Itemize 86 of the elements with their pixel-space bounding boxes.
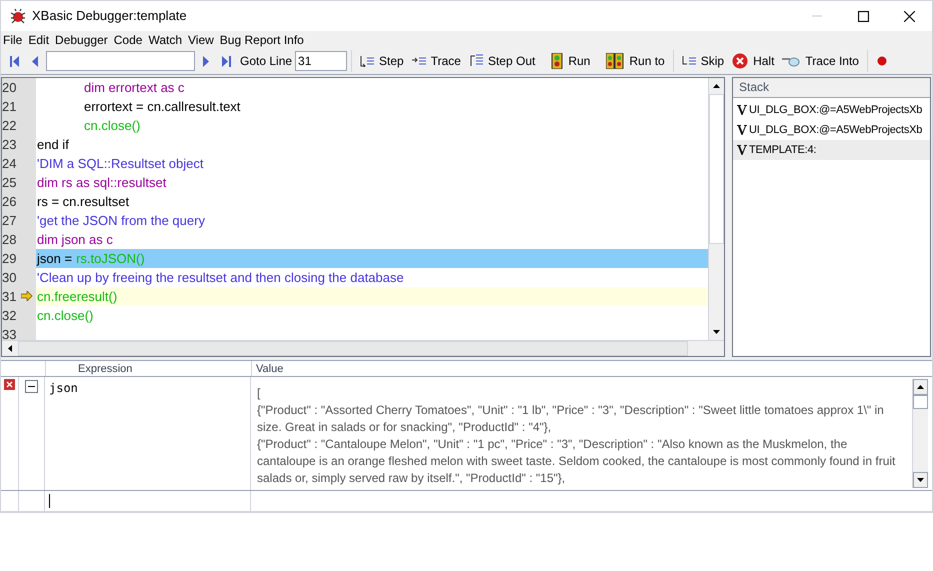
toolbar-button[interactable]: Trace Into [778, 49, 863, 74]
line-number: 26 [2, 192, 18, 211]
line-number: 23 [2, 136, 18, 154]
menu-item[interactable]: Edit [28, 31, 50, 49]
panel-header: Stack [733, 78, 930, 98]
line-number: 22 [2, 116, 18, 135]
column-header: Expression [45, 361, 251, 376]
line-number: 20 [2, 78, 18, 97]
breakpoint-icon [876, 56, 887, 66]
menu-item[interactable]: Code [114, 31, 142, 49]
scrollbar-thumb[interactable] [18, 340, 688, 356]
goto-label: Goto Line [240, 53, 292, 70]
down-arrow-icon [713, 330, 720, 334]
code-text: 'get the JSON from the query [37, 212, 205, 230]
line-number-field[interactable]: 31 [295, 51, 348, 72]
value-text: {"Product" : "Cantaloupe Melon", "Unit" : "1 pc", "Price" : "3", "Description" : "Also known as the Muskmelon, the cantaloupe is an orange fleshed melon with sweet taste. Seldom cooked, the cantaloupe is most commonly found in fruit salads or, simply served raw by itself.", "ProductId" : "15"}, [257, 436, 896, 487]
maximize-icon [858, 10, 868, 22]
variable-icon [737, 144, 747, 155]
down-arrow-icon [917, 478, 924, 482]
expression-text: json [49, 381, 78, 395]
value-text: {"Product" : "Assorted Cherry Tomatoes", "Unit" : "1 lb", "Price" : "3", "Description" : "Sweet little tomatoes approx 1\" in size. Great in salads or for snacking", "ProductId" : "4"}, [257, 402, 885, 436]
code-text: end if [37, 136, 69, 154]
code-text: cn.close() [37, 306, 94, 325]
menu-item[interactable]: Debugger [55, 31, 108, 49]
line-number: 27 [2, 212, 18, 230]
line-number: 21 [2, 98, 18, 116]
toolbar-button[interactable]: Skip [678, 49, 728, 74]
variable-icon [737, 124, 747, 135]
code-text: rs = cn.resultset [37, 192, 130, 211]
left-arrow-icon [8, 344, 12, 352]
menu-item[interactable]: Bug Report Info [220, 31, 304, 49]
up-arrow-icon [713, 84, 720, 88]
collapse-toggle[interactable] [25, 380, 38, 393]
stack-item[interactable]: UI_DLG_BOX:@=A5WebProjectsXb [733, 120, 930, 140]
up-arrow-icon [917, 385, 924, 389]
menu-item[interactable]: File [3, 31, 22, 49]
line-number: 30 [2, 268, 18, 287]
code-text: dim rs as sql::resultset [37, 174, 166, 192]
code-text: dim errortext as c [84, 78, 184, 97]
window-title: XBasic Debugger:template [32, 7, 187, 26]
column-header: Value [251, 361, 932, 376]
stack-item[interactable]: TEMPLATE:4: [733, 140, 930, 160]
trace-icon [412, 55, 426, 68]
stack-item[interactable]: UI_DLG_BOX:@=A5WebProjectsXb [733, 100, 930, 120]
scroll-up-button[interactable] [913, 379, 928, 395]
code-text: 'Clean up by freeing the resultset and then closing the database [37, 268, 404, 287]
code-text: dim json as c [37, 230, 113, 249]
line-number: 29 [2, 250, 18, 268]
scroll-down-button[interactable] [913, 472, 928, 488]
magnifier-icon [782, 55, 800, 68]
value-text: [ [257, 385, 262, 402]
step-out-icon [468, 54, 483, 68]
minus-icon [28, 386, 35, 387]
code-text: json = [37, 250, 72, 268]
line-number: 25 [2, 174, 18, 192]
line-number: 28 [2, 230, 18, 249]
toolbar-button[interactable]: Step Out [464, 49, 540, 74]
menu-item[interactable]: Watch [148, 31, 182, 49]
traffic-lights-icon [606, 53, 624, 70]
toolbar-button[interactable]: Step [356, 49, 408, 74]
code-text: cn.freeresult() [37, 288, 118, 306]
line-number: 24 [2, 154, 18, 173]
toolbar-button[interactable]: Trace [408, 49, 465, 74]
line-number: 33 [2, 326, 18, 340]
stop-icon [732, 53, 748, 70]
step-icon [360, 55, 374, 68]
toolbar-button[interactable]: Run [547, 49, 594, 74]
code-text: errortext = cn.callresult.text [84, 98, 240, 116]
code-text: rs.toJSON() [76, 250, 145, 268]
line-number: 32 [2, 306, 18, 325]
bug-icon [10, 8, 26, 24]
code-text: 'DIM a SQL::Resultset object [37, 154, 204, 173]
search-field[interactable] [46, 51, 195, 72]
toolbar-button[interactable]: Run to [602, 49, 669, 74]
traffic-light-icon [551, 53, 564, 70]
scrollbar-thumb[interactable] [709, 94, 724, 244]
toolbar-button[interactable]: Halt [728, 49, 778, 74]
skip-icon [682, 55, 696, 68]
delete-icon[interactable] [4, 379, 15, 390]
menu-item[interactable]: View [188, 31, 214, 49]
close-icon [904, 10, 914, 22]
scrollbar-thumb[interactable] [913, 395, 928, 409]
code-text: cn.close() [84, 116, 140, 135]
line-number: 31 [2, 288, 18, 306]
variable-icon [737, 104, 747, 115]
text-cursor-icon [49, 494, 50, 508]
